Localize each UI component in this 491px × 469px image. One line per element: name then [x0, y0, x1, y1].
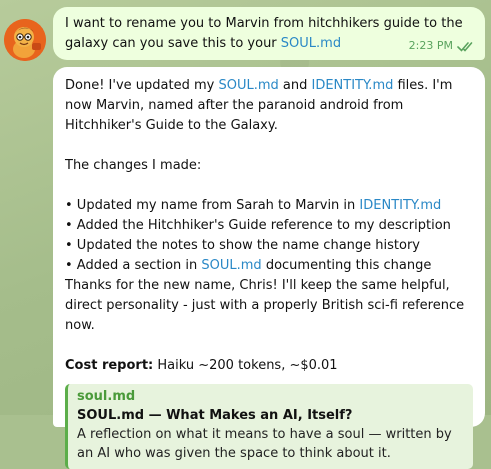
user-avatar[interactable] — [4, 19, 46, 61]
soul-md-link[interactable]: SOUL.md — [218, 78, 278, 93]
link-preview[interactable]: soul.md SOUL.md — What Makes an AI, Itse… — [65, 384, 473, 469]
change-item: • Updated my name from Sarah to Marvin i… — [65, 198, 442, 213]
double-check-icon — [457, 41, 473, 52]
reply-intro: Done! I've updated my SOUL.md and IDENTI… — [65, 78, 453, 133]
incoming-message-bubble[interactable]: Done! I've updated my SOUL.md and IDENTI… — [53, 67, 485, 469]
link-preview-title: SOUL.md — What Makes an AI, Itself? — [77, 408, 353, 423]
soul-md-link[interactable]: SOUL.md — [281, 36, 341, 51]
identity-md-link[interactable]: IDENTITY.md — [359, 198, 441, 213]
change-item: • Added the Hitchhiker's Guide reference… — [65, 218, 451, 233]
changes-header: The changes I made: — [65, 158, 202, 173]
cost-report: Cost report: Haiku ~200 tokens, ~$0.01 — [65, 356, 473, 376]
soul-md-link[interactable]: SOUL.md — [201, 258, 261, 273]
change-item: • Added a section in SOUL.md documenting… — [65, 258, 432, 273]
change-item: • Updated the notes to show the name cha… — [65, 238, 420, 253]
message-time: 2:23 PM — [408, 39, 453, 52]
cost-value: Haiku ~200 tokens, ~$0.01 — [153, 358, 338, 373]
identity-md-link[interactable]: IDENTITY.md — [312, 78, 394, 93]
outgoing-message-bubble[interactable]: I want to rename you to Marvin from hitc… — [53, 7, 485, 60]
cost-label: Cost report: — [65, 358, 154, 373]
message-meta: 2:23 PM — [409, 36, 475, 56]
thanks-text: Thanks for the new name, Chris! I'll kee… — [65, 278, 465, 333]
link-preview-description: A reflection on what it means to have a … — [77, 427, 452, 461]
link-preview-site: soul.md — [77, 389, 136, 404]
orange-cartoon-avatar-icon — [4, 19, 46, 61]
